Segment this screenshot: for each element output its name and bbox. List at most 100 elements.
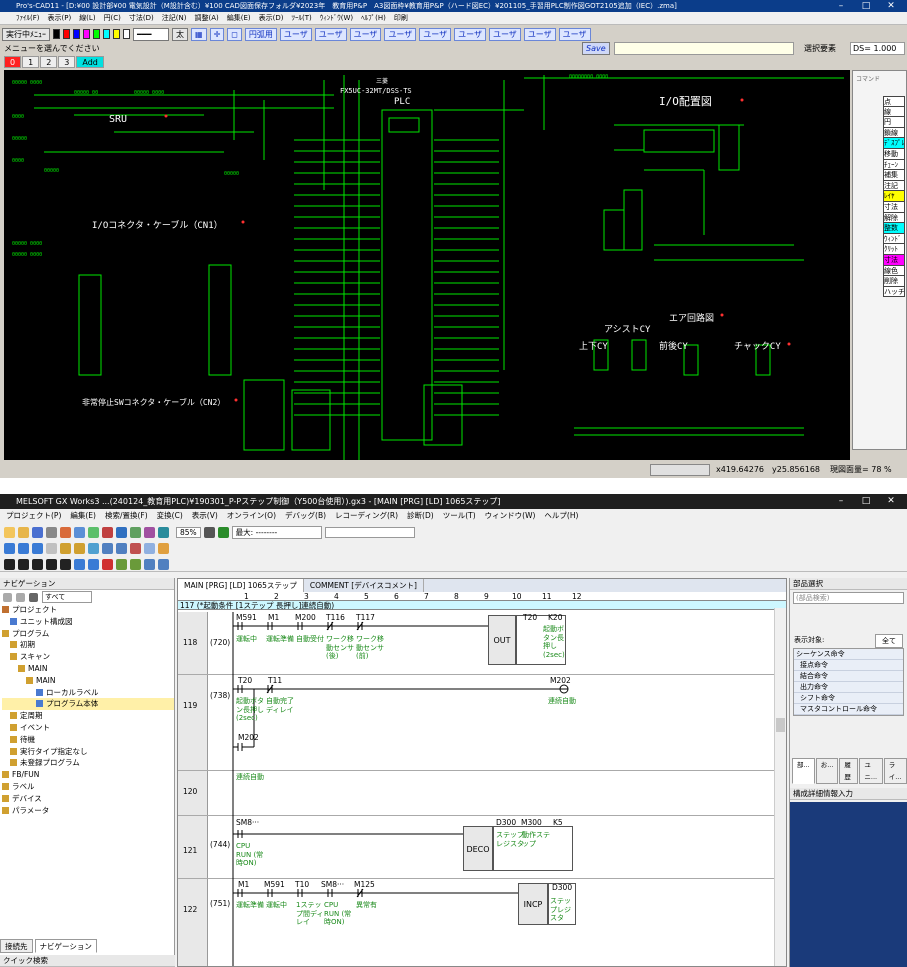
write-icon[interactable]: [60, 543, 71, 554]
verify-icon[interactable]: [88, 543, 99, 554]
color-yellow[interactable]: [113, 29, 120, 39]
gx-menu-recording[interactable]: レコーディング(R): [335, 509, 398, 523]
tab-unit[interactable]: ユニ...: [859, 758, 883, 784]
cmd-line-color[interactable]: 線色: [883, 265, 905, 277]
gx-menu-online[interactable]: オンライン(O): [227, 509, 276, 523]
quick-button-9[interactable]: ユーザ: [558, 27, 591, 41]
ds-field[interactable]: DS= 1.000: [850, 42, 905, 55]
run-icon[interactable]: [217, 527, 229, 538]
cmd-window[interactable]: ｳｨﾝﾄﾞ: [883, 233, 905, 245]
color-magenta[interactable]: [83, 29, 90, 39]
cad-drawing-canvas[interactable]: 00000 0000 00000 00 00000 0000 0000 00000 00…: [4, 70, 850, 460]
open-folder-icon[interactable]: [18, 527, 29, 538]
crosshair-icon[interactable]: ✛: [209, 27, 225, 41]
gx-menu-tool[interactable]: ツール(T): [443, 509, 476, 523]
tab-parts[interactable]: 部...: [792, 758, 815, 784]
layer-tab-2[interactable]: 2: [40, 56, 58, 68]
menu-adjust[interactable]: 調整(A): [194, 12, 218, 24]
category-shift[interactable]: シフト命令: [794, 693, 903, 704]
label-icon[interactable]: [18, 543, 29, 554]
coil-icon[interactable]: [46, 558, 57, 570]
cmd-integer[interactable]: 整数: [883, 223, 905, 234]
gx-menu-window[interactable]: ウィンドウ(W): [485, 509, 536, 523]
color-white[interactable]: [123, 29, 130, 39]
maximize-button[interactable]: □: [855, 0, 877, 12]
tree-fb-fun[interactable]: FB/FUN: [2, 769, 174, 781]
parts-search-input[interactable]: (部品検索): [793, 592, 904, 604]
tab-main-ladder[interactable]: MAIN [PRG] [LD] 1065ステップ: [178, 579, 304, 592]
cmd-dimension-2[interactable]: 寸法: [883, 254, 905, 266]
quick-button-5[interactable]: ユーザ: [419, 27, 452, 41]
cmd-clip[interactable]: ｸﾘｯﾄ: [883, 244, 905, 255]
menu-circle[interactable]: 円(C): [104, 12, 121, 24]
device-memory-icon[interactable]: [32, 543, 43, 554]
layer-tab-1[interactable]: 1: [22, 56, 40, 68]
copy-icon[interactable]: [74, 527, 85, 538]
minimize-button[interactable]: –: [830, 0, 852, 12]
menu-view[interactable]: 表示(D): [259, 12, 284, 24]
gx-minimize-button[interactable]: –: [830, 495, 852, 507]
tab-connection[interactable]: 接続先: [0, 939, 33, 953]
falling-edge-icon[interactable]: [130, 558, 141, 570]
save-button[interactable]: Save: [582, 42, 610, 55]
hline-icon[interactable]: [74, 558, 85, 570]
tree-standby[interactable]: 待機: [2, 734, 174, 746]
tree-program[interactable]: プログラム: [2, 628, 174, 640]
tree-local-label[interactable]: ローカルラベル: [2, 687, 174, 699]
rung-119[interactable]: 119 (738) T20 T11 M202 起動ボタン長押し(2sec) 自動…: [178, 675, 778, 771]
cmd-line[interactable]: 線: [883, 106, 905, 118]
program-icon[interactable]: [4, 543, 15, 554]
gx-menu-project[interactable]: プロジェクト(P): [6, 509, 61, 523]
menu-tool[interactable]: ﾂｰﾙ(T): [292, 12, 312, 24]
watch-icon[interactable]: [144, 543, 155, 554]
status-nav-buttons[interactable]: [650, 464, 710, 476]
run-menu-button[interactable]: 実行中ﾒﾆｭｰ: [2, 27, 50, 41]
tree-program-body[interactable]: プログラム本体: [2, 698, 174, 711]
category-sequence[interactable]: シーケンス命令: [794, 649, 903, 660]
tree-unregistered[interactable]: 未登録プログラム: [2, 757, 174, 769]
tree-label[interactable]: ラベル: [2, 781, 174, 793]
rung-121[interactable]: 121 (744) SM8··· CPU RUN (常時ON) DECO D30…: [178, 816, 778, 879]
tree-initial[interactable]: 初期: [2, 639, 174, 651]
color-red[interactable]: [63, 29, 70, 39]
tree-project[interactable]: プロジェクト: [2, 604, 174, 616]
cmd-release[interactable]: 解除: [883, 212, 905, 224]
gx-menu-convert[interactable]: 変換(C): [157, 509, 183, 523]
search-icon[interactable]: [130, 527, 141, 538]
quick-button-3[interactable]: ユーザ: [349, 27, 382, 41]
close-button[interactable]: ✕: [880, 0, 902, 12]
delete-line-icon[interactable]: [102, 558, 113, 570]
instruction-icon[interactable]: [60, 558, 71, 570]
gx-menu-diagnostics[interactable]: 診断(D): [407, 509, 434, 523]
simulator-icon[interactable]: [158, 543, 169, 554]
gx-menu-find[interactable]: 検索/置換(F): [105, 509, 148, 523]
convert-all-icon[interactable]: [158, 558, 169, 570]
cmd-collect[interactable]: 補集: [883, 170, 905, 181]
cmd-hatch[interactable]: ハッチ: [883, 286, 905, 298]
tree-device[interactable]: デバイス: [2, 793, 174, 805]
menu-dimension[interactable]: 寸法(D): [129, 12, 154, 24]
contact-no-icon[interactable]: [4, 558, 15, 570]
print-icon[interactable]: [46, 527, 57, 538]
line-style-select[interactable]: ━━━: [133, 27, 169, 41]
monitor-icon[interactable]: [116, 527, 127, 538]
rung-120[interactable]: 120 連続自動: [178, 771, 778, 816]
monitor-stop-icon[interactable]: [130, 543, 141, 554]
gear-icon[interactable]: [29, 592, 38, 602]
rising-edge-icon[interactable]: [116, 558, 127, 570]
convert-icon[interactable]: [144, 558, 155, 570]
cut-icon[interactable]: [60, 527, 71, 538]
menu-help[interactable]: ﾍﾙﾌﾟ(H): [361, 12, 386, 24]
tree-scan[interactable]: スキャン: [2, 651, 174, 663]
contact-or-icon[interactable]: [32, 558, 43, 570]
save-icon[interactable]: [32, 527, 43, 538]
gx-maximize-button[interactable]: □: [855, 495, 877, 507]
cmd-chain[interactable]: ﾁｪｰﾝ: [883, 159, 905, 171]
tab-navigation[interactable]: ナビゲーション: [34, 939, 97, 953]
gx-menu-debug[interactable]: デバッグ(B): [285, 509, 326, 523]
cmd-delete[interactable]: 削除: [883, 276, 905, 287]
quick-button-4[interactable]: ユーザ: [384, 27, 417, 41]
gx-menu-edit[interactable]: 編集(E): [70, 509, 96, 523]
line-weight-select[interactable]: 太: [172, 27, 188, 41]
menu-point[interactable]: 表示(P): [48, 12, 72, 24]
